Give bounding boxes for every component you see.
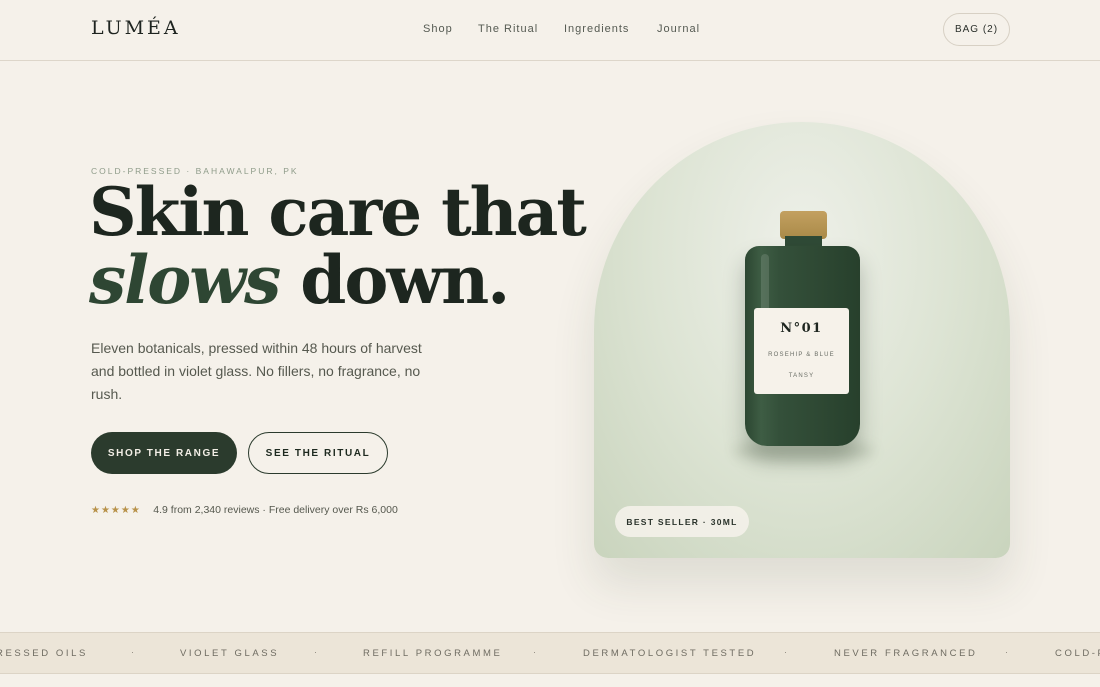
rating-row: ★★★★★ 4.9 from 2,340 reviews · Free deli… xyxy=(91,500,398,518)
marquee-separator: · xyxy=(533,647,536,657)
marquee-item: RESSED OILS xyxy=(0,648,88,659)
marquee-separator: · xyxy=(131,647,134,657)
marquee-item: VIOLET GLASS xyxy=(180,648,280,659)
product-bottle-image: N°01 ROSEHIP & BLUE TANSY xyxy=(745,246,860,446)
product-card[interactable]: N°01 ROSEHIP & BLUE TANSY BEST SELLER · … xyxy=(594,122,1010,558)
hero-description: Eleven botanicals, pressed within 48 hou… xyxy=(91,340,422,402)
headline-line-1: Skin care that xyxy=(89,173,587,251)
nav-link-shop[interactable]: Shop xyxy=(423,23,453,35)
marquee-separator: · xyxy=(314,647,317,657)
shop-the-range-button[interactable]: SHOP THE RANGE xyxy=(91,432,237,474)
headline-rest: down. xyxy=(300,241,510,319)
headline-italic-word: slows xyxy=(89,241,281,319)
nav-link-journal[interactable]: Journal xyxy=(657,23,700,35)
site-header: LUMÉA Shop The Ritual Ingredients Journa… xyxy=(0,0,1100,61)
nav-link-ingredients[interactable]: Ingredients xyxy=(564,23,629,35)
bag-button[interactable]: BAG (2) xyxy=(943,13,1010,46)
marquee-separator: · xyxy=(784,647,787,657)
main-nav: Shop The Ritual Ingredients Journal xyxy=(0,23,1100,39)
rating-text: 4.9 from 2,340 reviews · Free delivery o… xyxy=(153,504,398,516)
star-rating-icon: ★★★★★ xyxy=(91,505,141,516)
marquee-item: NEVER FRAGRANCED xyxy=(834,648,978,659)
feature-marquee: RESSED OILS · VIOLET GLASS · REFILL PROG… xyxy=(0,632,1100,674)
best-seller-badge: BEST SELLER · 30ML xyxy=(615,506,749,537)
marquee-item: DERMATOLOGIST TESTED xyxy=(583,648,757,659)
marquee-separator: · xyxy=(1005,647,1008,657)
marquee-item: REFILL PROGRAMME xyxy=(363,648,503,659)
marquee-item: COLD-P xyxy=(1055,648,1100,659)
hero-headline: Skin care that slows down. xyxy=(89,173,587,314)
headline-line-2: slows down. xyxy=(89,246,569,314)
nav-link-the-ritual[interactable]: The Ritual xyxy=(478,23,538,35)
bottle-cap xyxy=(780,211,827,239)
bottle-label-title: N°01 xyxy=(780,321,823,336)
see-the-ritual-button[interactable]: SEE THE RITUAL xyxy=(248,432,388,474)
bottle-label-subtitle: ROSEHIP & BLUE TANSY xyxy=(768,352,835,379)
bottle-label: N°01 ROSEHIP & BLUE TANSY xyxy=(754,308,849,394)
